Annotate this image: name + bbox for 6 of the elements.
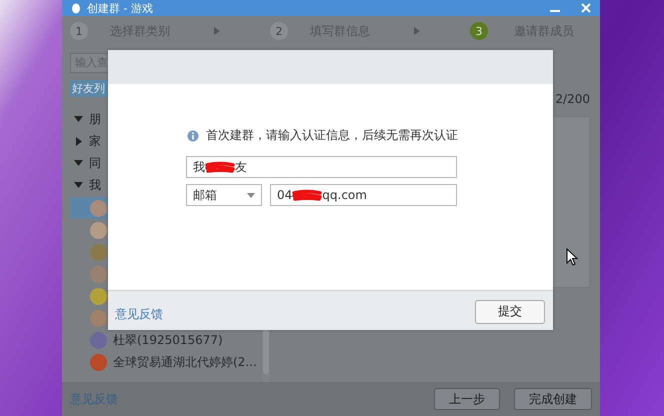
window-title: 创建群 - 游戏 [87,0,153,16]
step-number: 1 [70,22,88,40]
step-number: 2 [270,22,288,40]
member-count: 2/200 [555,92,590,106]
step-number: 3 [470,22,488,40]
notice-text: 首次建群，请输入认证信息，后续无需再次认证 [206,127,458,144]
